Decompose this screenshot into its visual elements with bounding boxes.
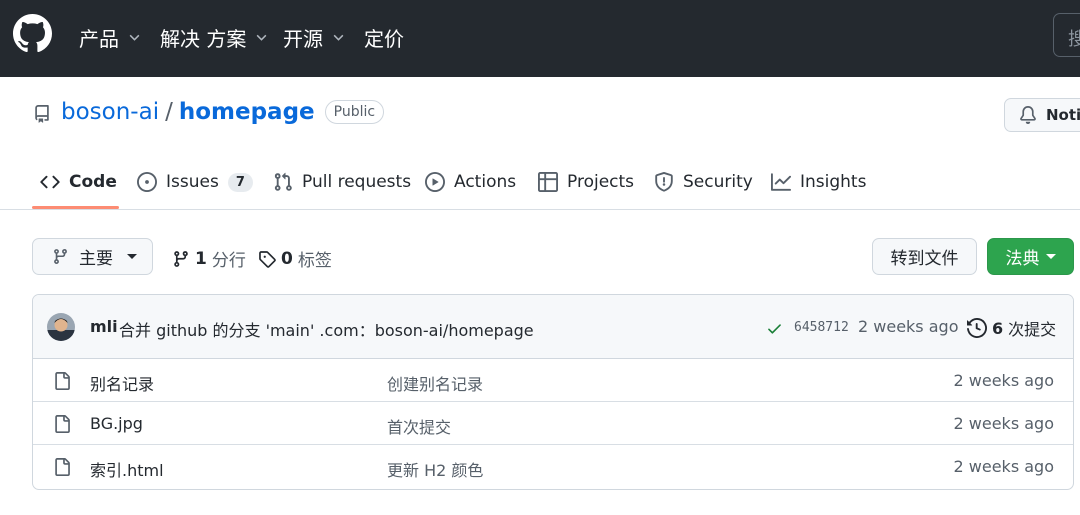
topnav-pricing-label: 定价	[364, 26, 404, 51]
topnav-products[interactable]: 产品	[79, 22, 141, 52]
file-icon	[55, 372, 70, 390]
repo-tabs: Code Issues 7 Pull requests Actions Proj…	[0, 160, 1080, 210]
github-logo-icon[interactable]	[13, 14, 52, 53]
active-tab-underline	[32, 206, 119, 209]
search-input[interactable]: 搜	[1053, 13, 1080, 57]
graph-icon	[771, 173, 791, 191]
file-commit-message-link[interactable]: 创建别名记录	[387, 371, 483, 395]
file-commit-message-link[interactable]: 更新 H2 颜色	[387, 457, 483, 481]
caret-down-icon	[1045, 254, 1056, 259]
repo-name-link[interactable]: homepage	[179, 99, 315, 125]
topnav-solutions-label: 解决 方案	[160, 26, 247, 51]
topnav-open-source-label: 开源	[283, 26, 323, 51]
caret-down-icon	[127, 254, 137, 259]
tab-actions[interactable]: Actions	[425, 168, 516, 196]
notifications-label: Notif	[1046, 106, 1080, 124]
file-name-link[interactable]: BG.jpg	[90, 414, 143, 433]
branches-label: 分行	[211, 251, 246, 271]
code-icon	[40, 175, 60, 189]
tab-projects[interactable]: Projects	[538, 168, 634, 196]
tab-issues[interactable]: Issues 7	[137, 168, 253, 196]
tag-icon	[259, 250, 276, 268]
commit-sha-link[interactable]: 6458712	[794, 320, 849, 335]
tab-code-label: Code	[69, 172, 117, 192]
topnav-solutions[interactable]: 解决 方案	[160, 22, 268, 52]
git-branch-icon	[174, 250, 188, 267]
branch-select-button[interactable]: 主要	[32, 238, 153, 275]
file-browser: mli 合并 github 的分支 'main' .com：boson-ai/h…	[32, 294, 1074, 490]
play-icon	[425, 172, 445, 192]
chevron-down-icon	[256, 34, 267, 41]
file-commit-time: 2 weeks ago	[953, 414, 1054, 433]
tab-pull-requests[interactable]: Pull requests	[273, 168, 411, 196]
tab-security-label: Security	[683, 172, 753, 192]
repo-separator: /	[165, 99, 173, 125]
code-button-label: 法典	[1005, 249, 1040, 269]
tab-projects-label: Projects	[567, 172, 635, 192]
tab-insights[interactable]: Insights	[771, 168, 866, 196]
avatar-image	[47, 313, 75, 341]
notifications-button[interactable]: Notif	[1004, 98, 1080, 132]
repo-owner-link[interactable]: boson-ai	[61, 99, 159, 125]
file-name-link[interactable]: 别名记录	[90, 371, 154, 395]
history-icon	[967, 318, 987, 338]
tags-label: 标签	[297, 251, 332, 271]
tab-insights-label: Insights	[800, 172, 867, 192]
issue-opened-icon	[137, 172, 157, 192]
topnav-products-label: 产品	[79, 26, 119, 51]
shield-icon	[655, 172, 673, 192]
search-input-label: 搜	[1068, 29, 1080, 50]
tab-pull-requests-label: Pull requests	[302, 172, 412, 192]
branches-link[interactable]: 1 分行	[172, 246, 246, 271]
commits-history-link[interactable]: 6 次提交	[967, 316, 1056, 340]
file-name-link[interactable]: 索引.html	[90, 457, 164, 481]
bell-icon	[1020, 106, 1036, 124]
issues-count-badge: 7	[227, 172, 253, 192]
table-row[interactable]: 别名记录 创建别名记录 2 weeks ago	[33, 359, 1073, 402]
avatar[interactable]	[47, 313, 75, 341]
latest-commit-row: mli 合并 github 的分支 'main' .com：boson-ai/h…	[33, 295, 1073, 359]
branches-count: 1	[195, 248, 207, 269]
file-commit-time: 2 weeks ago	[953, 457, 1054, 476]
file-icon	[55, 415, 70, 433]
file-commit-time: 2 weeks ago	[953, 371, 1054, 390]
git-branch-icon	[54, 249, 67, 264]
topnav-open-source[interactable]: 开源	[283, 22, 345, 52]
file-commit-message-link[interactable]: 首次提交	[387, 414, 451, 438]
git-pull-request-icon	[274, 172, 292, 191]
branch-name: 主要	[79, 249, 113, 269]
tab-code[interactable]: Code	[40, 168, 117, 196]
chevron-down-icon	[129, 34, 140, 41]
tags-count: 0	[281, 248, 293, 269]
commit-author-link[interactable]: mli	[90, 317, 118, 336]
commits-label: 次提交	[1008, 320, 1057, 339]
go-to-file-button[interactable]: 转到文件	[872, 238, 977, 275]
table-icon	[538, 172, 558, 192]
table-row[interactable]: 索引.html 更新 H2 颜色 2 weeks ago	[33, 445, 1073, 488]
table-row[interactable]: BG.jpg 首次提交 2 weeks ago	[33, 402, 1073, 445]
tab-actions-label: Actions	[454, 172, 517, 192]
commit-time: 2 weeks ago	[858, 317, 959, 336]
commits-count: 6	[992, 318, 1004, 338]
tab-security[interactable]: Security	[654, 168, 753, 196]
code-button[interactable]: 法典	[987, 238, 1074, 275]
chevron-down-icon	[333, 34, 344, 41]
repo-title: boson-ai / homepage Public	[61, 99, 385, 125]
topnav-pricing[interactable]: 定价	[364, 22, 404, 52]
global-header: 产品 解决 方案 开源 定价 搜	[0, 0, 1080, 77]
tab-issues-label: Issues	[166, 172, 219, 192]
visibility-badge: Public	[324, 100, 385, 124]
tags-link[interactable]: 0 标签	[258, 246, 332, 271]
go-to-file-label: 转到文件	[890, 249, 959, 269]
commit-message-link[interactable]: 合并 github 的分支 'main' .com：boson-ai/homep…	[119, 317, 534, 341]
file-icon	[55, 458, 70, 476]
check-icon[interactable]	[766, 320, 783, 337]
repo-icon	[35, 105, 49, 123]
